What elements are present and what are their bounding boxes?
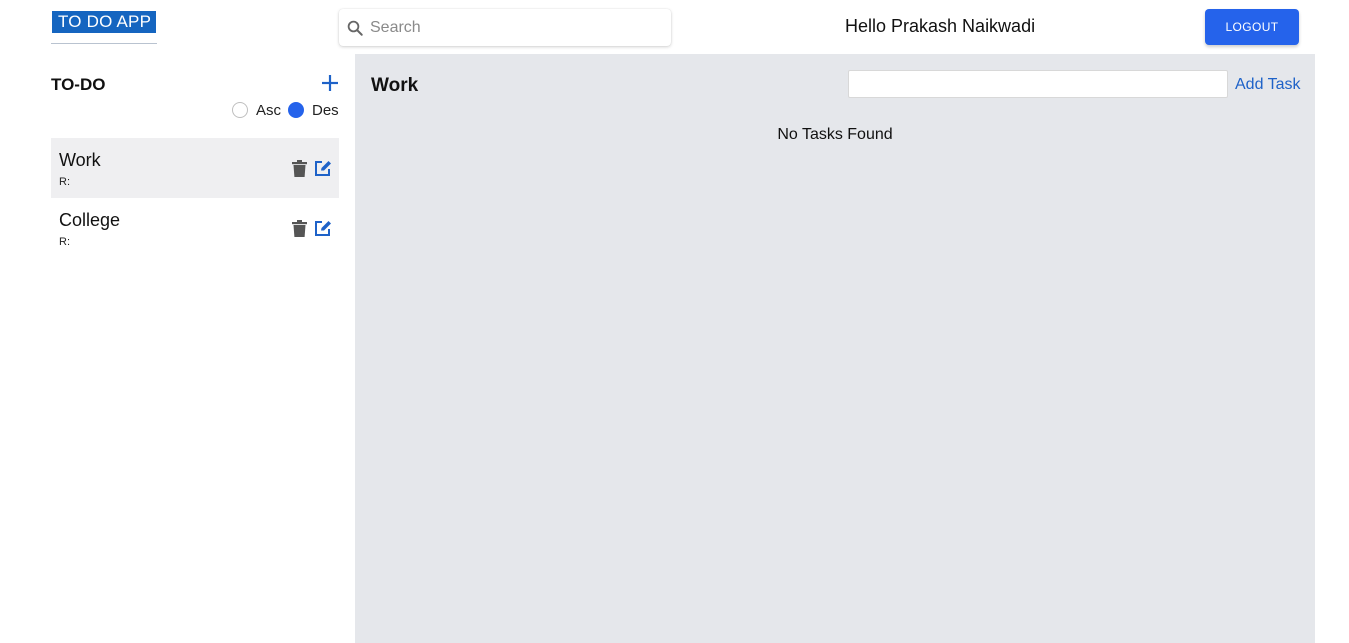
list-item-title: Work <box>59 150 101 170</box>
list-item-subtitle: R: <box>59 176 70 188</box>
list-item-title: College <box>59 210 121 230</box>
task-panel: Work Add Task No Tasks Found <box>355 54 1315 643</box>
trash-icon[interactable] <box>292 160 307 177</box>
empty-state-message: No Tasks Found <box>777 126 893 143</box>
sort-options: Asc Des <box>231 101 341 121</box>
logo-text: TO DO APP <box>52 11 156 33</box>
list-item-work[interactable]: Work R: <box>51 138 339 198</box>
app-logo: TO DO APP <box>51 10 157 44</box>
sort-asc-label: Asc <box>256 102 282 119</box>
new-task-input[interactable] <box>848 70 1228 98</box>
edit-icon[interactable] <box>314 160 332 177</box>
list-title: Work <box>371 75 419 96</box>
search-input[interactable] <box>370 9 665 46</box>
logout-button[interactable]: LOGOUT <box>1205 9 1299 45</box>
edit-icon[interactable] <box>314 220 332 237</box>
sort-des-label: Des <box>312 102 339 119</box>
search-icon <box>347 20 363 36</box>
sort-des-radio[interactable] <box>288 102 304 118</box>
search-bar[interactable] <box>339 9 671 46</box>
sort-asc-radio[interactable] <box>232 102 248 118</box>
todo-sidebar: TO-DO Asc Des Work R: College R: <box>51 55 339 643</box>
add-task-link[interactable]: Add Task <box>1235 76 1301 94</box>
trash-icon[interactable] <box>292 220 307 237</box>
list-item-college[interactable]: College R: <box>51 198 339 258</box>
sidebar-title: TO-DO <box>51 75 106 94</box>
user-greeting: Hello Prakash Naikwadi <box>845 16 1036 36</box>
list-item-subtitle: R: <box>59 236 70 248</box>
plus-icon[interactable] <box>321 74 339 92</box>
